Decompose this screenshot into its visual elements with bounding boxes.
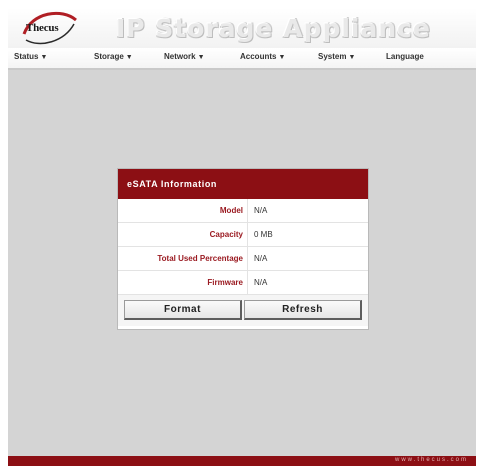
nav-storage-label: Storage [94, 52, 124, 61]
nav-accounts-label: Accounts [240, 52, 277, 61]
nav-storage[interactable]: Storage ▼ [94, 52, 133, 61]
nav-network-label: Network [164, 52, 196, 61]
chevron-down-icon: ▼ [197, 54, 205, 61]
app-header: Thecus IP Storage Appliance [8, 8, 476, 48]
chevron-down-icon: ▼ [348, 54, 356, 61]
capacity-label: Capacity [118, 223, 248, 246]
firmware-value: N/A [254, 278, 268, 287]
nav-system[interactable]: System ▼ [318, 52, 355, 61]
esata-info-panel: eSATA Information Model N/A Capacity 0 M… [117, 168, 369, 330]
model-label: Model [118, 199, 248, 222]
info-row-model: Model N/A [118, 199, 368, 223]
capacity-value: 0 MB [254, 230, 273, 239]
footer-url: www.thecus.com [394, 457, 468, 463]
info-row-capacity: Capacity 0 MB [118, 223, 368, 247]
used-percentage-value: N/A [254, 254, 268, 263]
thecus-logo: Thecus [18, 10, 80, 46]
nav-accounts[interactable]: Accounts ▼ [240, 52, 285, 61]
nav-language-label: Language [386, 52, 424, 61]
panel-title: eSATA Information [118, 169, 368, 199]
info-row-used-percentage: Total Used Percentage N/A [118, 247, 368, 271]
chevron-down-icon: ▼ [278, 54, 286, 61]
main-nav: Status ▼ Storage ▼ Network ▼ Accounts ▼ Syst… [8, 48, 476, 70]
format-button[interactable]: Format [124, 300, 242, 320]
used-percentage-label: Total Used Percentage [118, 247, 248, 270]
nav-language[interactable]: Language [386, 52, 424, 61]
chevron-down-icon: ▼ [125, 54, 133, 61]
model-value: N/A [254, 206, 268, 215]
chevron-down-icon: ▼ [40, 54, 48, 61]
nav-system-label: System [318, 52, 347, 61]
refresh-button[interactable]: Refresh [244, 300, 362, 320]
logo-text: Thecus [26, 22, 59, 34]
info-row-firmware: Firmware N/A [118, 271, 368, 295]
footer-bar: www.thecus.com [8, 456, 476, 466]
nav-status[interactable]: Status ▼ [14, 52, 47, 61]
nav-status-label: Status [14, 52, 39, 61]
app-title: IP Storage Appliance [116, 14, 431, 43]
firmware-label: Firmware [118, 271, 248, 294]
nav-network[interactable]: Network ▼ [164, 52, 205, 61]
panel-actions: Format Refresh [118, 295, 368, 326]
